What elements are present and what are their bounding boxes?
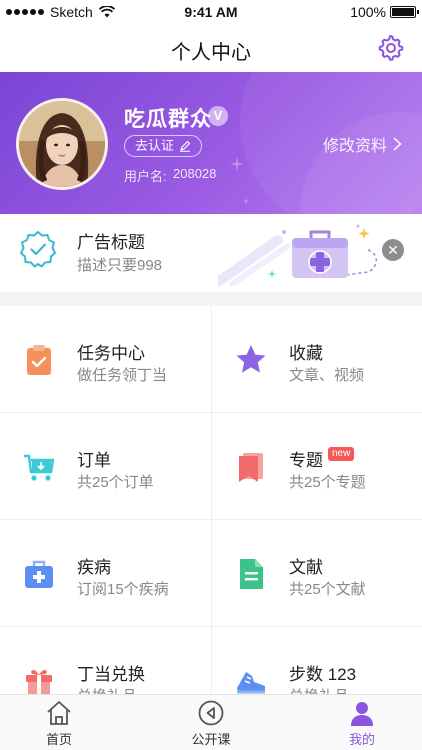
grid-item-title: 订单 bbox=[77, 451, 111, 470]
home-icon bbox=[47, 701, 71, 725]
grid-item-steps[interactable]: 步数 123 兑换礼品 bbox=[211, 627, 422, 694]
feature-grid: 任务中心 做任务领丁当 收藏 文章、视频 订单 共25个订单 专题 new 共2… bbox=[0, 306, 422, 694]
document-icon bbox=[240, 559, 263, 589]
medkit-icon bbox=[25, 560, 53, 588]
ad-title: 广告标题 bbox=[77, 233, 145, 252]
grid-item-redeem[interactable]: 丁当兑换 兑换礼品 bbox=[0, 627, 211, 694]
grid-item-literature[interactable]: 文献 共25个文献 bbox=[211, 520, 422, 627]
battery-icon bbox=[390, 6, 419, 18]
avatar[interactable] bbox=[16, 98, 108, 190]
tab-bar: 首页 公开课 我的 bbox=[0, 694, 422, 750]
grid-item-tasks[interactable]: 任务中心 做任务领丁当 bbox=[0, 306, 211, 413]
tab-home[interactable]: 首页 bbox=[9, 699, 109, 748]
avatar-portrait bbox=[19, 101, 105, 187]
chevron-right-icon bbox=[393, 137, 402, 151]
status-right: 100% bbox=[350, 4, 419, 20]
verify-label: 去认证 bbox=[135, 138, 175, 153]
grid-item-title: 任务中心 bbox=[77, 344, 145, 363]
bookmark-icon bbox=[239, 453, 263, 482]
username: 吃瓜群众 bbox=[124, 108, 212, 131]
status-bar: Sketch 9:41 AM 100% bbox=[0, 0, 422, 24]
close-icon[interactable]: ✕ bbox=[382, 239, 404, 261]
grid-item-title: 丁当兑换 bbox=[77, 665, 145, 684]
sparkle-icon bbox=[230, 157, 244, 171]
grid-item-subtitle: 兑换礼品 bbox=[77, 685, 137, 694]
grid-item-orders[interactable]: 订单 共25个订单 bbox=[0, 413, 211, 520]
grid-item-title: 疾病 bbox=[77, 558, 111, 577]
user-id-value: 208028 bbox=[173, 166, 217, 181]
shoe-icon bbox=[237, 672, 265, 694]
grid-item-title: 专题 bbox=[289, 451, 323, 470]
grid-item-diseases[interactable]: 疾病 订阅15个疾病 bbox=[0, 520, 211, 627]
star-icon bbox=[236, 345, 266, 373]
profile-header: 吃瓜群众 V 去认证 用户名: 208028 修改资料 bbox=[0, 72, 422, 214]
grid-item-title: 收藏 bbox=[289, 344, 323, 363]
grid-item-title: 步数 123 bbox=[289, 665, 357, 684]
grid-item-subtitle: 文章、视频 bbox=[289, 367, 365, 384]
gift-icon bbox=[26, 669, 52, 694]
tab-mine[interactable]: 我的 bbox=[312, 699, 412, 748]
grid-item-subtitle: 共25个专题 bbox=[289, 474, 366, 491]
edit-profile-label: 修改资料 bbox=[322, 138, 387, 155]
nav-bar: 个人中心 bbox=[0, 24, 422, 72]
cart-icon bbox=[24, 454, 55, 481]
grid-item-favorites[interactable]: 收藏 文章、视频 bbox=[211, 306, 422, 413]
section-divider bbox=[0, 292, 422, 306]
new-badge: new bbox=[328, 447, 355, 461]
grid-item-topics[interactable]: 专题 new 共25个专题 bbox=[211, 413, 422, 520]
medkit-illustration bbox=[218, 224, 377, 286]
ad-description: 描述只要998 bbox=[77, 257, 163, 274]
grid-item-subtitle: 共25个文献 bbox=[289, 581, 366, 598]
sparkle-icon bbox=[242, 197, 250, 205]
battery-label: 100% bbox=[350, 4, 386, 20]
verified-badge-icon bbox=[20, 231, 56, 268]
vip-badge: V bbox=[208, 106, 228, 126]
grid-item-title: 文献 bbox=[289, 558, 323, 577]
tab-label: 我的 bbox=[348, 732, 375, 747]
clipboard-icon bbox=[27, 345, 51, 375]
grid-item-subtitle: 做任务领丁当 bbox=[77, 367, 168, 384]
grid-item-subtitle: 兑换礼品 bbox=[289, 685, 349, 694]
gear-icon[interactable] bbox=[376, 34, 404, 62]
grid-item-subtitle: 订阅15个疾病 bbox=[77, 581, 169, 598]
play-icon bbox=[198, 700, 224, 726]
pencil-icon bbox=[180, 140, 191, 152]
tab-label: 公开课 bbox=[191, 732, 231, 747]
profile-icon bbox=[351, 702, 373, 726]
ad-banner[interactable]: 广告标题 描述只要998 ✕ bbox=[0, 214, 422, 292]
tab-label: 首页 bbox=[45, 732, 72, 747]
user-id-label: 用户名: bbox=[124, 169, 167, 184]
page-title: 个人中心 bbox=[171, 42, 251, 64]
verify-button[interactable]: 去认证 bbox=[124, 135, 203, 157]
grid-item-subtitle: 共25个订单 bbox=[77, 474, 154, 491]
edit-profile-link[interactable]: 修改资料 bbox=[323, 132, 402, 156]
tab-open-course[interactable]: 公开课 bbox=[161, 699, 261, 748]
